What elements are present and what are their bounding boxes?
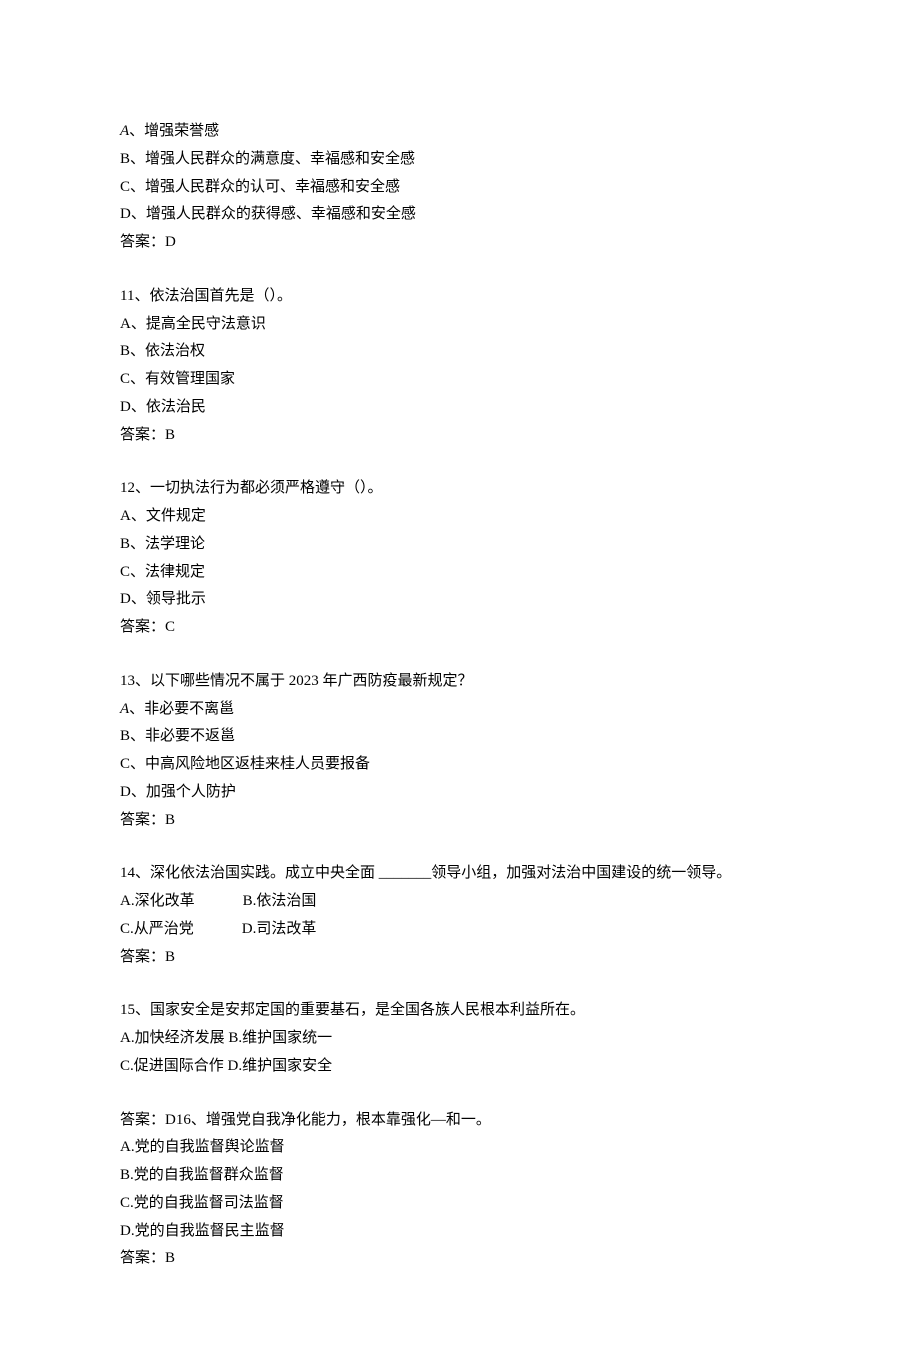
- option-b: B、法学理论: [120, 531, 800, 559]
- option-d: D、增强人民群众的获得感、幸福感和安全感: [120, 201, 800, 229]
- question-stem: 14、深化依法治国实践。成立中央全面 _______领导小组，加强对法治中国建设…: [120, 860, 800, 888]
- option-c: C、增强人民群众的认可、幸福感和安全感: [120, 174, 800, 202]
- option-a: A.深化改革: [120, 888, 195, 916]
- option-b: B.依法治国: [243, 888, 317, 916]
- option-c: C、中高风险地区返桂来桂人员要报备: [120, 751, 800, 779]
- question-11: 11、依法治国首先是（）。 A、提高全民守法意识 B、依法治权 C、有效管理国家…: [120, 283, 800, 450]
- option-a: A、文件规定: [120, 503, 800, 531]
- options-row-2: C.从严治党 D.司法改革: [120, 916, 800, 944]
- option-c: C、法律规定: [120, 559, 800, 587]
- option-c: C.从严治党: [120, 916, 194, 944]
- options-ab: A.加快经济发展 B.维护国家统一: [120, 1025, 800, 1053]
- option-c: C、有效管理国家: [120, 366, 800, 394]
- question-16: 答案：D16、增强党自我净化能力，根本靠强化—和一。 A.党的自我监督舆论监督 …: [120, 1107, 800, 1274]
- question-13: 13、以下哪些情况不属于 2023 年广西防疫最新规定？ A、非必要不离邕 B、…: [120, 668, 800, 835]
- question-15: 15、国家安全是安邦定国的重要基石，是全国各族人民根本利益所在。 A.加快经济发…: [120, 997, 800, 1080]
- answer: 答案：B: [120, 422, 800, 450]
- question-14: 14、深化依法治国实践。成立中央全面 _______领导小组，加强对法治中国建设…: [120, 860, 800, 971]
- option-d: D、依法治民: [120, 394, 800, 422]
- answer: 答案：B: [120, 807, 800, 835]
- question-stem: 15、国家安全是安邦定国的重要基石，是全国各族人民根本利益所在。: [120, 997, 800, 1025]
- question-stem: 13、以下哪些情况不属于 2023 年广西防疫最新规定？: [120, 668, 800, 696]
- option-a: A.党的自我监督舆论监督: [120, 1134, 800, 1162]
- option-d: D、领导批示: [120, 586, 800, 614]
- question-stem: 12、一切执法行为都必须严格遵守（）。: [120, 475, 800, 503]
- option-a: A、增强荣誉感: [120, 118, 800, 146]
- option-c: C.党的自我监督司法监督: [120, 1190, 800, 1218]
- option-d: D、加强个人防护: [120, 779, 800, 807]
- question-stem: 11、依法治国首先是（）。: [120, 283, 800, 311]
- options-row-1: A.深化改革 B.依法治国: [120, 888, 800, 916]
- option-b: B、增强人民群众的满意度、幸福感和安全感: [120, 146, 800, 174]
- answer-15-and-stem-16: 答案：D16、增强党自我净化能力，根本靠强化—和一。: [120, 1107, 800, 1135]
- question-12: 12、一切执法行为都必须严格遵守（）。 A、文件规定 B、法学理论 C、法律规定…: [120, 475, 800, 642]
- answer: 答案：D: [120, 229, 800, 257]
- option-b: B.党的自我监督群众监督: [120, 1162, 800, 1190]
- option-d: D.司法改革: [242, 916, 317, 944]
- answer: 答案：C: [120, 614, 800, 642]
- option-a-prefix: A: [120, 123, 129, 139]
- option-a: A、提高全民守法意识: [120, 311, 800, 339]
- option-b: B、非必要不返邕: [120, 723, 800, 751]
- option-a-prefix: A: [120, 701, 129, 717]
- option-b: B、依法治权: [120, 338, 800, 366]
- option-d: D.党的自我监督民主监督: [120, 1218, 800, 1246]
- question-10-options: A、增强荣誉感 B、增强人民群众的满意度、幸福感和安全感 C、增强人民群众的认可…: [120, 118, 800, 257]
- answer: 答案：B: [120, 944, 800, 972]
- answer: 答案：B: [120, 1245, 800, 1273]
- option-a-text: 、非必要不离邕: [129, 701, 234, 717]
- options-cd: C.促进国际合作 D.维护国家安全: [120, 1053, 800, 1081]
- option-a: A、非必要不离邕: [120, 696, 800, 724]
- option-a-text: 、增强荣誉感: [129, 123, 219, 139]
